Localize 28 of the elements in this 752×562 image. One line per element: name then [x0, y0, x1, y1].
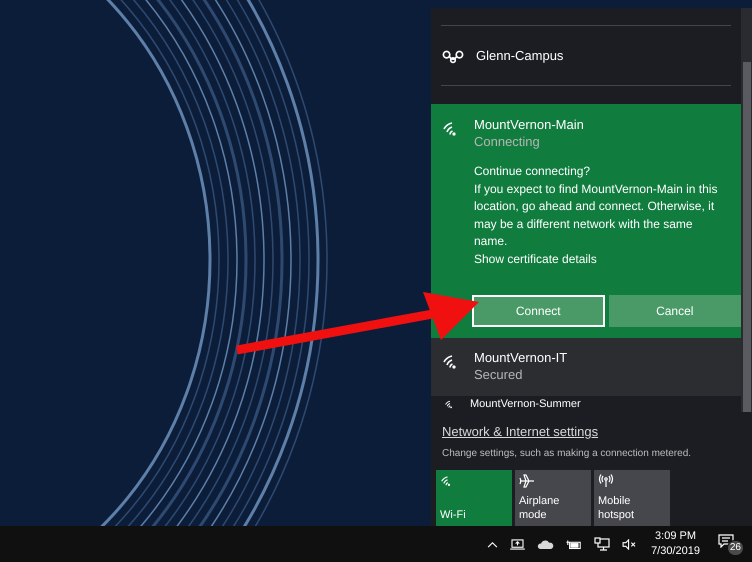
linked-circles-icon	[442, 49, 464, 64]
highlighted-network-row[interactable]: MountVernon-IT Secured	[431, 338, 741, 396]
clock[interactable]: 3:09 PM 7/30/2019	[649, 529, 702, 559]
network-name[interactable]: MountVernon-IT	[474, 349, 568, 366]
network-name[interactable]: MountVernon-Main	[474, 116, 584, 133]
network-settings-link[interactable]: Network & Internet settings	[442, 422, 752, 442]
settings-hint: Change settings, such as making a connection metered.	[442, 446, 692, 460]
network-status: Secured	[474, 366, 524, 383]
expanded-network-panel[interactable]	[431, 104, 741, 338]
network-name[interactable]: MountVernon-Summer	[470, 398, 581, 410]
laptop-icon[interactable]	[510, 538, 526, 550]
scrollbar[interactable]	[741, 8, 752, 412]
certificate-details-link[interactable]: Show certificate details	[474, 250, 723, 268]
cloud-icon[interactable]	[537, 540, 554, 548]
prompt-message: If you expect to find MountVernon-Main in this location, go ahead and connect. Otherwise, it may be a different network with the same name.	[474, 180, 718, 250]
network-status: Connecting	[474, 133, 541, 150]
network-monitor-icon[interactable]	[594, 537, 610, 551]
chevron-up-icon[interactable]	[487, 540, 498, 548]
battery-icon[interactable]	[566, 538, 582, 550]
airplane-icon	[519, 474, 535, 488]
network-name[interactable]: Glenn-Campus	[476, 47, 564, 64]
quick-action-tile[interactable]: Wi-Fi	[436, 470, 512, 526]
quick-action-tile[interactable]: Airplane mode	[515, 470, 591, 526]
notification-count-badge: 26	[726, 540, 744, 556]
speaker-muted-icon[interactable]	[622, 538, 638, 550]
quick-action-tile[interactable]: Mobile hotspot	[594, 470, 670, 526]
antenna-icon	[598, 474, 614, 488]
prompt-heading: Continue connecting?	[474, 163, 592, 180]
